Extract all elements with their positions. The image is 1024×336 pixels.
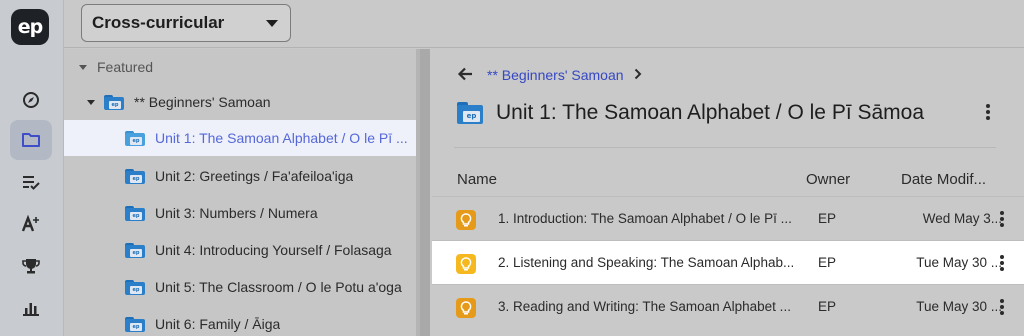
folder-icon <box>22 133 40 147</box>
playlist-check-icon <box>23 176 40 190</box>
tree-section-featured[interactable]: Featured <box>76 49 432 85</box>
grades-nav-button[interactable] <box>10 204 52 244</box>
row-name: 2. Listening and Speaking: The Samoan Al… <box>498 255 795 270</box>
row-owner: EP <box>818 299 837 314</box>
tree-item-label: Unit 5: The Classroom / O le Potu a'oga <box>155 279 402 295</box>
row-name: 3. Reading and Writing: The Samoan Alpha… <box>498 299 791 314</box>
more-options-icon[interactable] <box>998 255 1006 271</box>
row-date: Tue May 30 ... <box>916 255 1002 270</box>
tree-item-label: Unit 1: The Samoan Alphabet / O le Pī ..… <box>155 130 408 146</box>
breadcrumb-link[interactable]: ** Beginners' Samoan <box>487 67 624 83</box>
more-options-icon[interactable] <box>984 104 992 120</box>
caret-down-icon <box>266 20 278 27</box>
folder-icon: ep <box>457 102 483 124</box>
row-name: 1. Introduction: The Samoan Alphabet / O… <box>498 211 792 226</box>
folder-icon: ep <box>104 94 124 110</box>
table-row[interactable]: 1. Introduction: The Samoan Alphabet / O… <box>432 196 1024 240</box>
tree-section-label: Featured <box>97 59 154 75</box>
tree-item-label: ** Beginners' Samoan <box>134 94 271 110</box>
breadcrumb: ** Beginners' Samoan <box>457 65 642 85</box>
row-owner: EP <box>818 255 837 270</box>
row-date: Wed May 3... <box>922 211 1002 226</box>
folder-icon: ep <box>125 168 145 184</box>
explore-nav-button[interactable] <box>10 80 52 120</box>
content-panel: ** Beginners' Samoan ep Unit 1: The Samo… <box>430 49 1024 336</box>
grade-a-plus-icon <box>21 215 39 232</box>
lightbulb-icon <box>456 210 476 230</box>
achievements-nav-button[interactable] <box>10 246 52 286</box>
top-bar: Cross-curricular <box>64 0 1024 48</box>
back-arrow-icon[interactable] <box>457 67 473 84</box>
app-logo[interactable]: ep <box>11 9 49 45</box>
more-options-icon[interactable] <box>998 211 1006 227</box>
row-date: Tue May 30 ... <box>916 299 1002 314</box>
folder-tree: Featured ep ** Beginners' Samoan ep Unit… <box>64 49 420 336</box>
reports-nav-button[interactable] <box>10 288 52 328</box>
tree-item-unit-5[interactable]: ep Unit 5: The Classroom / O le Potu a'o… <box>64 269 420 305</box>
trophy-icon <box>22 259 40 274</box>
folder-icon: ep <box>125 279 145 295</box>
library-nav-button[interactable] <box>10 120 52 160</box>
more-options-icon[interactable] <box>998 299 1006 315</box>
tree-item-label: Unit 3: Numbers / Numera <box>155 205 318 221</box>
tree-item-course[interactable]: ep ** Beginners' Samoan <box>84 84 440 120</box>
chevron-right-icon <box>634 67 642 83</box>
lightbulb-icon <box>456 298 476 318</box>
table-row[interactable]: 3. Reading and Writing: The Samoan Alpha… <box>432 284 1024 328</box>
tree-item-label: Unit 6: Family / Āiga <box>155 316 281 332</box>
tree-item-unit-2[interactable]: ep Unit 2: Greetings / Fa'afeiloa'iga <box>64 158 420 194</box>
folder-icon: ep <box>125 242 145 258</box>
page-title-text: Unit 1: The Samoan Alphabet / O le Pī Sā… <box>496 101 925 124</box>
divider <box>454 147 996 148</box>
tree-item-unit-3[interactable]: ep Unit 3: Numbers / Numera <box>64 195 420 231</box>
subject-select-value: Cross-curricular <box>92 13 225 32</box>
column-header-name[interactable]: Name <box>457 171 497 188</box>
column-header-date[interactable]: Date Modif... <box>901 171 986 188</box>
bar-chart-icon <box>23 303 39 316</box>
compass-icon <box>23 92 39 108</box>
tree-item-unit-4[interactable]: ep Unit 4: Introducing Yourself / Folasa… <box>64 232 420 268</box>
tree-item-label: Unit 4: Introducing Yourself / Folasaga <box>155 242 392 258</box>
tree-item-unit-6[interactable]: ep Unit 6: Family / Āiga <box>64 306 420 336</box>
subject-select[interactable]: Cross-curricular <box>81 4 291 42</box>
chevron-down-icon <box>76 64 90 71</box>
nav-rail: ep <box>0 0 64 336</box>
table-row[interactable]: 2. Listening and Speaking: The Samoan Al… <box>432 240 1024 284</box>
tree-item-unit-1[interactable]: ep Unit 1: The Samoan Alphabet / O le Pī… <box>64 120 420 156</box>
folder-icon: ep <box>125 316 145 332</box>
tasks-nav-button[interactable] <box>10 162 52 202</box>
tree-item-label: Unit 2: Greetings / Fa'afeiloa'iga <box>155 168 354 184</box>
page-title: ep Unit 1: The Samoan Alphabet / O le Pī… <box>457 98 924 128</box>
column-header-owner[interactable]: Owner <box>806 171 850 188</box>
folder-icon: ep <box>125 130 145 146</box>
lightbulb-icon <box>456 254 476 274</box>
chevron-down-icon <box>84 99 98 106</box>
panel-splitter[interactable] <box>420 49 430 336</box>
folder-icon: ep <box>125 205 145 221</box>
row-owner: EP <box>818 211 837 226</box>
